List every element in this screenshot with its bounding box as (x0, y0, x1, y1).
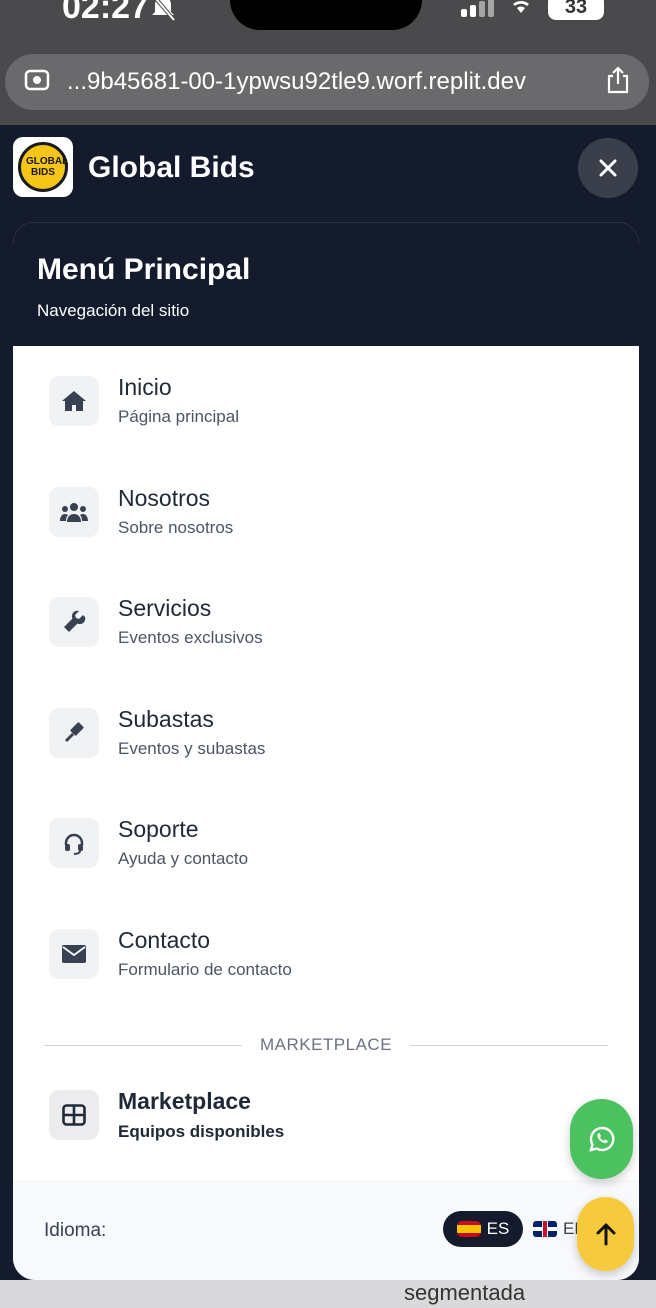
status-bar: 02:27 33 (0, 0, 656, 40)
signal-icon (461, 0, 494, 17)
scroll-to-top-button[interactable] (577, 1197, 634, 1271)
menu-item-desc: Eventos exclusivos (118, 628, 263, 647)
section-divider-label: MARKETPLACE (259, 1035, 393, 1054)
menu-item-subastas[interactable]: Subastas Eventos y subastas (13, 705, 639, 819)
menu-item-inicio[interactable]: Inicio Página principal (13, 374, 639, 487)
users-icon (49, 486, 99, 537)
app-header: GLOBAL BIDS Global Bids (0, 125, 656, 220)
menu-item-desc: Formulario de contacto (118, 959, 292, 979)
whatsapp-icon (588, 1126, 614, 1152)
background-content-peek: segmentada (0, 1280, 656, 1308)
menu-item-label: Servicios (118, 595, 212, 621)
menu-list: Inicio Página principal Nosotros Sobre n… (13, 346, 639, 1039)
menu-item-label: Inicio (118, 374, 172, 400)
envelope-icon (49, 928, 99, 979)
gavel-icon (49, 707, 99, 758)
menu-item-servicios[interactable]: Servicios Eventos exclusivos (13, 595, 639, 708)
close-menu-button[interactable] (578, 138, 638, 198)
menu-item-desc: Eventos y subastas (118, 738, 266, 758)
browser-toolbar: ...9b45681-00-1ypwsu92tle9.worf.replit.d… (0, 40, 656, 125)
menu-item-desc: Sobre nosotros (118, 517, 234, 537)
wifi-icon (508, 0, 534, 20)
background-text: segmentada (404, 1280, 526, 1305)
section-divider: MARKETPLACE (44, 1033, 608, 1057)
uk-flag-icon (533, 1221, 557, 1237)
menu-item-label: Contacto (118, 926, 211, 953)
address-bar[interactable]: ...9b45681-00-1ypwsu92tle9.worf.replit.d… (5, 54, 649, 110)
url-text[interactable]: ...9b45681-00-1ypwsu92tle9.worf.replit.d… (67, 68, 605, 96)
menu-item-soporte[interactable]: Soporte Ayuda y contacto (13, 816, 639, 929)
drawer-header: Menú Principal Navegación del sitio (13, 222, 639, 346)
logo-text: GLOBAL BIDS (26, 156, 69, 178)
divider-line (44, 1044, 242, 1046)
menu-item-contacto[interactable]: Contacto Formulario de contacto (13, 926, 639, 1040)
status-time: 02:27 (62, 0, 149, 26)
grid-icon (49, 1090, 99, 1140)
language-selector: Idioma: ES EN (13, 1180, 639, 1280)
wrench-icon (49, 597, 99, 647)
menu-item-label: Marketplace (118, 1088, 251, 1114)
menu-item-label: Soporte (118, 816, 199, 842)
menu-item-desc: Página principal (118, 407, 239, 426)
menu-item-nosotros[interactable]: Nosotros Sobre nosotros (13, 484, 639, 598)
brand-name[interactable]: Global Bids (88, 151, 255, 185)
home-icon (49, 376, 99, 426)
dynamic-island (230, 0, 422, 30)
spain-flag-icon (456, 1221, 481, 1237)
divider-line (410, 1044, 608, 1046)
headset-icon (49, 818, 99, 868)
brand-logo[interactable]: GLOBAL BIDS (13, 137, 73, 197)
drawer-subtitle: Navegación del sitio (37, 301, 190, 320)
language-label: Idioma: (44, 1220, 107, 1241)
battery-icon: 33 (548, 0, 604, 20)
language-es-label: ES (486, 1219, 510, 1238)
menu-item-marketplace[interactable]: Marketplace Equipos disponibles (13, 1088, 639, 1158)
arrow-up-icon (596, 1223, 615, 1246)
share-icon[interactable] (605, 65, 631, 100)
menu-item-desc: Ayuda y contacto (118, 849, 249, 868)
page-settings-icon[interactable] (23, 66, 51, 99)
menu-item-desc: Equipos disponibles (118, 1122, 285, 1141)
whatsapp-button[interactable] (570, 1099, 633, 1179)
main-menu-drawer: Menú Principal Navegación del sitio Inic… (13, 222, 639, 1280)
drawer-title: Menú Principal (37, 253, 251, 286)
status-icons: 33 (461, 0, 604, 20)
menu-item-label: Nosotros (118, 484, 211, 511)
language-es-button[interactable]: ES (443, 1211, 523, 1247)
menu-item-label: Subastas (118, 705, 214, 732)
silent-bell-icon (150, 0, 176, 27)
close-icon (599, 159, 617, 177)
logo-badge: GLOBAL BIDS (18, 142, 68, 192)
